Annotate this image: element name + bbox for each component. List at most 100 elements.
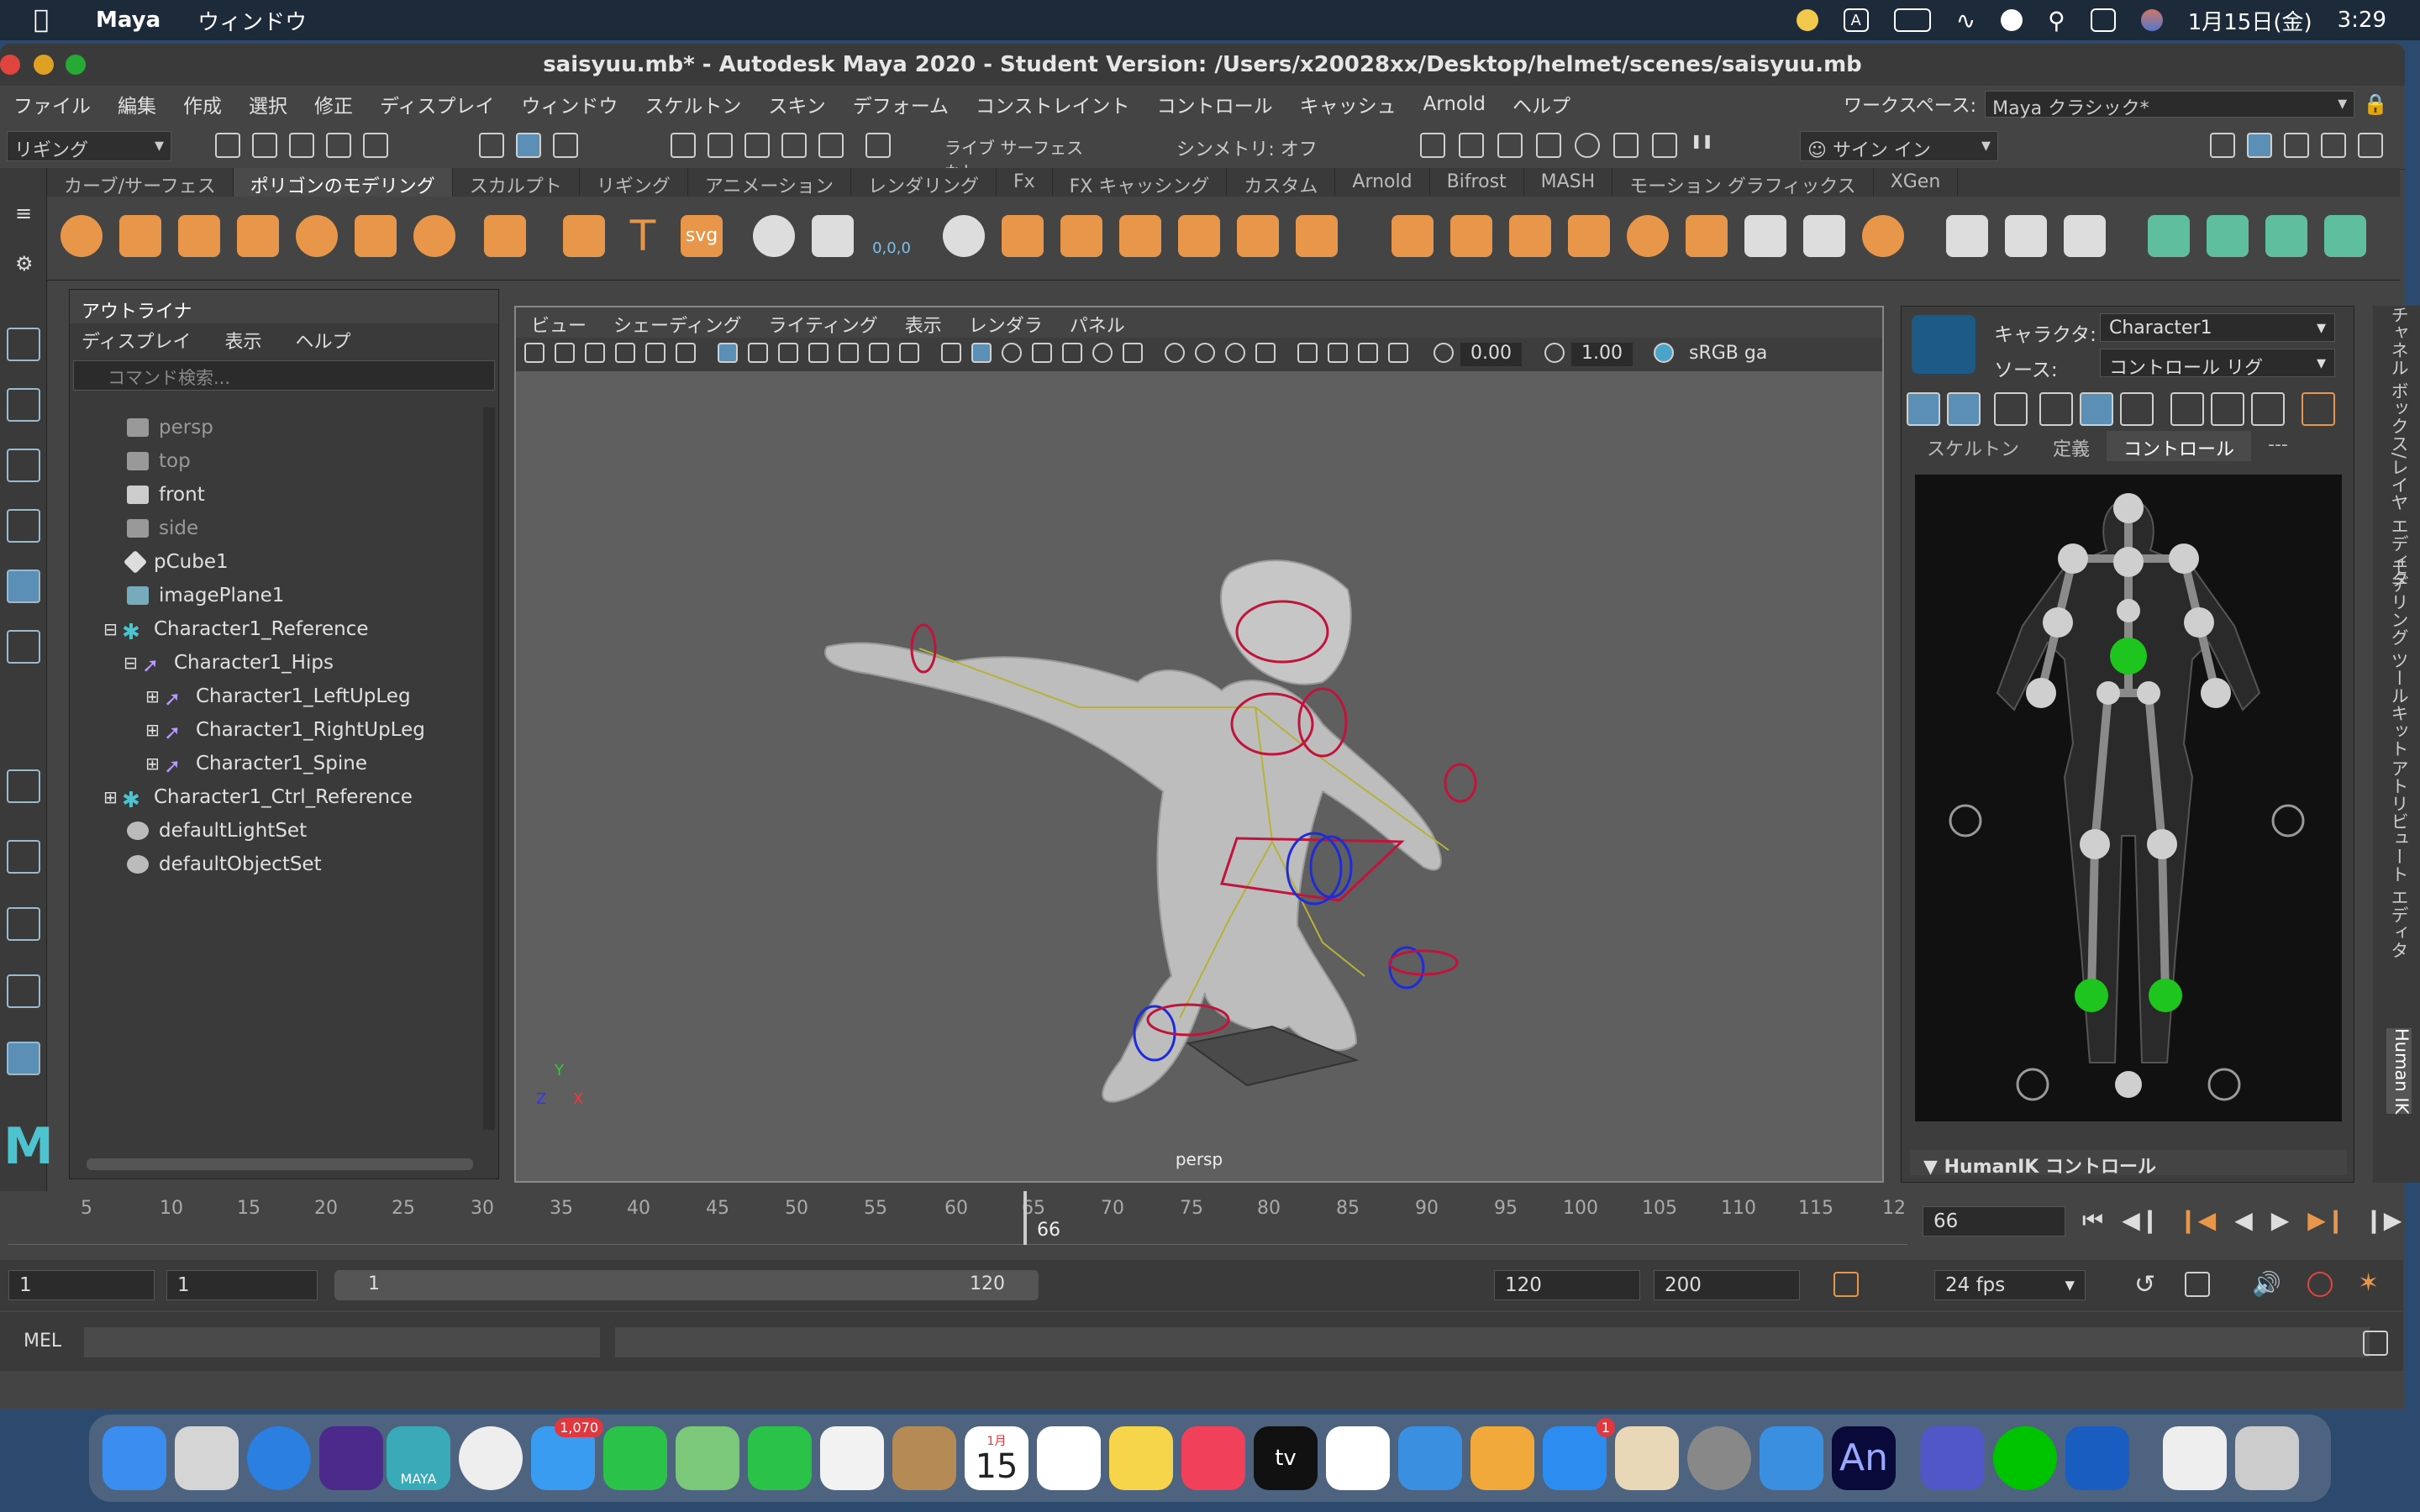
snap-curve-icon[interactable] bbox=[708, 133, 733, 158]
snap-surface-icon[interactable] bbox=[818, 133, 844, 158]
poly-sphere-icon[interactable] bbox=[60, 215, 103, 257]
viewport-menu-shading[interactable]: シェーディング bbox=[613, 311, 741, 337]
redo-icon[interactable] bbox=[363, 133, 388, 158]
collapse-icon[interactable]: ⊟ bbox=[103, 619, 122, 639]
poly-cone-icon[interactable] bbox=[237, 215, 279, 257]
poly-disc-icon[interactable] bbox=[413, 215, 455, 257]
battery-icon[interactable] bbox=[1893, 8, 1931, 32]
apple-tv-icon[interactable]: tv bbox=[1254, 1426, 1318, 1490]
expand-icon[interactable]: ⊞ bbox=[145, 753, 164, 774]
freeze-transform-icon[interactable]: 0,0,0 bbox=[871, 215, 913, 257]
source-dropdown[interactable]: コントロール リグ ▾ bbox=[2100, 349, 2335, 379]
sound-icon[interactable]: 🔊 bbox=[2252, 1270, 2281, 1298]
cmd-language-label[interactable]: MEL bbox=[24, 1331, 61, 1352]
full-body-ik-icon[interactable] bbox=[1907, 392, 1940, 426]
fill-hole-icon[interactable] bbox=[1568, 215, 1610, 257]
menu-help[interactable]: ヘルプ bbox=[1499, 90, 1584, 118]
cache-playback-icon[interactable] bbox=[2185, 1272, 2210, 1297]
outliner-search-input[interactable]: コマンド検索... bbox=[73, 360, 495, 391]
apple-icon[interactable]:  bbox=[34, 5, 62, 35]
viewport-menu-renderer[interactable]: レンダラ bbox=[969, 311, 1043, 337]
body-part-ik-icon[interactable] bbox=[1947, 392, 1981, 426]
menu-modify[interactable]: 修正 bbox=[301, 90, 366, 118]
viewport-menu-lighting[interactable]: ライティング bbox=[768, 311, 877, 337]
symmetry-dropdown[interactable]: シンメトリ: オフ bbox=[1170, 131, 1341, 161]
extrude-icon[interactable] bbox=[1392, 215, 1434, 257]
expand-icon[interactable]: ⊞ bbox=[145, 686, 164, 706]
open-scene-icon[interactable] bbox=[252, 133, 277, 158]
go-to-start-icon[interactable]: ⏮ bbox=[2082, 1206, 2103, 1236]
single-perspective-layout-icon[interactable] bbox=[7, 840, 40, 874]
shelf-tab-rigging[interactable]: リギング bbox=[580, 168, 688, 197]
shelf-tab-custom[interactable]: カスタム bbox=[1227, 168, 1336, 197]
combine-icon[interactable] bbox=[943, 215, 985, 257]
command-input[interactable] bbox=[84, 1327, 600, 1357]
list-item[interactable]: defaultLightSet bbox=[70, 814, 481, 848]
scene-end-field[interactable]: 200 bbox=[1654, 1270, 1800, 1300]
launchpad-icon[interactable] bbox=[175, 1426, 239, 1490]
zoom-window-button[interactable] bbox=[66, 55, 86, 75]
chrome-icon[interactable] bbox=[459, 1426, 523, 1490]
loop-icon[interactable]: ↺ bbox=[2134, 1270, 2155, 1299]
rotate-tool-icon[interactable] bbox=[7, 570, 40, 603]
ipr-render-icon[interactable] bbox=[1497, 133, 1523, 158]
menu-window[interactable]: ウィンドウ bbox=[197, 5, 307, 36]
render-settings-icon[interactable] bbox=[1536, 133, 1561, 158]
shelf-settings-icon[interactable]: ⚙ bbox=[15, 252, 34, 276]
new-scene-icon[interactable] bbox=[215, 133, 240, 158]
save-scene-icon[interactable] bbox=[289, 133, 314, 158]
outliner-menu-show[interactable]: 表示 bbox=[224, 327, 261, 353]
snap-grid-icon[interactable] bbox=[671, 133, 696, 158]
menu-window[interactable]: ウィンドウ bbox=[508, 90, 631, 118]
tab-human-ik[interactable]: Human IK bbox=[2386, 1028, 2412, 1115]
list-item[interactable]: front bbox=[70, 478, 481, 512]
four-view-layout-icon[interactable] bbox=[7, 907, 40, 941]
exposure-field[interactable]: 0.00 bbox=[1460, 343, 1522, 366]
notes-icon[interactable] bbox=[1109, 1426, 1173, 1490]
multi-cut-icon[interactable] bbox=[1946, 215, 1988, 257]
bevel-icon[interactable] bbox=[1509, 215, 1551, 257]
ambient-occlusion-icon[interactable] bbox=[1165, 343, 1185, 363]
snap-view-icon[interactable] bbox=[781, 133, 807, 158]
select-object-icon[interactable] bbox=[516, 133, 541, 158]
translation-pin-icon[interactable] bbox=[2120, 392, 2154, 426]
spotlight-search-icon[interactable]: ⚲ bbox=[2048, 7, 2065, 34]
outliner-hscrollbar[interactable] bbox=[87, 1158, 473, 1170]
script-editor-app-icon[interactable] bbox=[1615, 1426, 1679, 1490]
shelf-tab-mash[interactable]: MASH bbox=[1524, 168, 1613, 197]
humanik-controls-header[interactable]: ▼ HumanIK コントロール bbox=[1910, 1150, 2347, 1178]
split-icon[interactable] bbox=[1744, 215, 1786, 257]
menu-display[interactable]: ディスプレイ bbox=[366, 90, 508, 118]
grease-pencil-icon[interactable] bbox=[676, 343, 696, 363]
list-item[interactable]: top bbox=[70, 444, 481, 478]
render-current-icon[interactable] bbox=[1459, 133, 1484, 158]
reminders-icon[interactable] bbox=[1037, 1426, 1101, 1490]
list-item[interactable]: defaultObjectSet bbox=[70, 848, 481, 881]
depth-of-field-icon[interactable] bbox=[1255, 343, 1276, 363]
hypershade-icon[interactable] bbox=[1575, 133, 1600, 158]
exposure-icon[interactable] bbox=[1434, 343, 1454, 363]
playback-end-field[interactable]: 120 bbox=[1494, 1270, 1640, 1300]
animate-icon[interactable]: An bbox=[1832, 1426, 1896, 1490]
list-item[interactable]: pCube1 bbox=[70, 545, 481, 579]
mirror-pose-icon[interactable] bbox=[2251, 392, 2285, 426]
list-item[interactable]: ⊞ ➚ Character1_Spine bbox=[70, 747, 481, 780]
shelf-tab-poly-modeling[interactable]: ポリゴンのモデリング bbox=[233, 168, 453, 197]
remesh-icon[interactable] bbox=[1296, 215, 1338, 257]
uv-editor-icon[interactable] bbox=[2148, 215, 2190, 257]
gamma-icon[interactable] bbox=[1544, 343, 1565, 363]
keynote-icon[interactable] bbox=[1398, 1426, 1462, 1490]
text-icon[interactable]: T bbox=[622, 215, 664, 257]
time-slider[interactable]: 5 10 15 20 25 30 35 40 45 50 55 60 65 70… bbox=[0, 1191, 1916, 1250]
isolate-select-icon[interactable] bbox=[1297, 343, 1318, 363]
attribute-editor-icon[interactable] bbox=[2284, 133, 2309, 158]
quad-draw-icon[interactable] bbox=[2064, 215, 2106, 257]
shelf-tab-fx[interactable]: Fx bbox=[997, 168, 1053, 197]
system-preferences-icon[interactable] bbox=[1687, 1426, 1751, 1490]
default-material-icon[interactable] bbox=[1002, 343, 1022, 363]
collapse-icon[interactable] bbox=[1686, 215, 1728, 257]
tab-channel-box[interactable]: チャネル ボックス/レイヤ エディタ bbox=[2386, 306, 2412, 587]
scale-tool-icon[interactable] bbox=[7, 630, 40, 664]
gamma-field[interactable]: 1.00 bbox=[1571, 343, 1633, 366]
list-item[interactable]: ⊟ ✱ Character1_Reference bbox=[70, 612, 481, 646]
